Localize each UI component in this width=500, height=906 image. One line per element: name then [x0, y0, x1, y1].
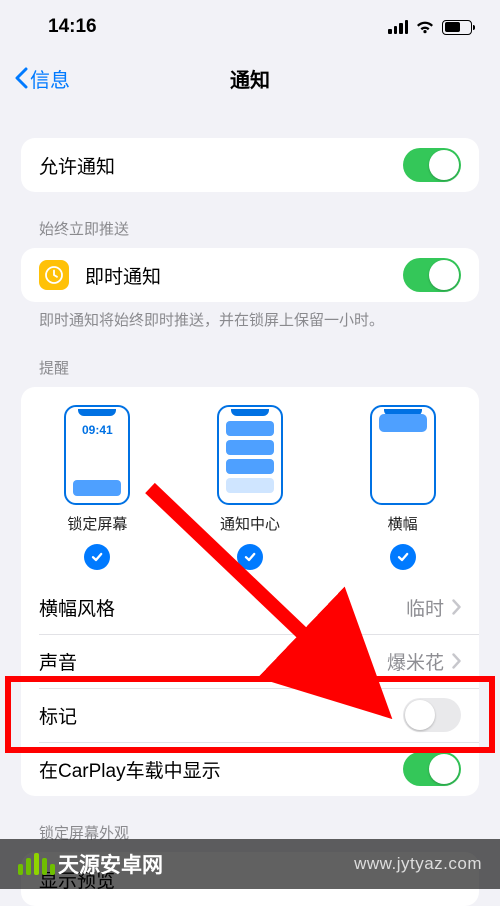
carplay-label: 在CarPlay车载中显示 — [39, 756, 403, 783]
nav-bar: 信息 通知 — [0, 54, 500, 102]
clock-icon — [39, 260, 69, 290]
sound-label: 声音 — [39, 648, 387, 675]
back-button[interactable]: 信息 — [14, 64, 70, 93]
check-icon — [84, 544, 110, 570]
alert-style-label: 锁定屏幕 — [67, 513, 127, 534]
check-icon — [237, 544, 263, 570]
section-header-alerts: 提醒 — [21, 331, 479, 387]
lock-screen-preview-icon: 09:41 — [64, 405, 130, 505]
section-header-time-sensitive: 始终立即推送 — [21, 192, 479, 248]
alert-style-row: 09:41 锁定屏幕 通知中心 — [21, 387, 479, 580]
row-banner-style[interactable]: 横幅风格 临时 — [21, 580, 479, 634]
status-bar: 14:16 — [0, 0, 500, 54]
banner-style-label: 横幅风格 — [39, 594, 406, 621]
page-title: 通知 — [0, 64, 500, 93]
allow-notifications-toggle[interactable] — [403, 148, 461, 182]
allow-notifications-label: 允许通知 — [39, 152, 403, 179]
alert-style-banner[interactable]: 横幅 — [348, 405, 458, 570]
banner-style-value: 临时 — [406, 594, 444, 621]
row-sound[interactable]: 声音 爆米花 — [21, 634, 479, 688]
time-sensitive-label: 即时通知 — [85, 262, 403, 289]
notification-center-preview-icon — [217, 405, 283, 505]
group-allow-notifications: 允许通知 — [21, 138, 479, 192]
time-sensitive-toggle[interactable] — [403, 258, 461, 292]
row-carplay[interactable]: 在CarPlay车载中显示 — [21, 742, 479, 796]
row-badges[interactable]: 标记 — [21, 688, 479, 742]
badges-toggle[interactable] — [403, 698, 461, 732]
alert-style-label: 通知中心 — [220, 513, 280, 534]
group-time-sensitive: 即时通知 — [21, 248, 479, 302]
watermark-url: www.jytyaz.com — [354, 854, 482, 874]
sound-value: 爆米花 — [387, 648, 444, 675]
wifi-icon — [415, 20, 435, 35]
alert-style-label: 横幅 — [388, 513, 418, 534]
chevron-right-icon — [452, 599, 461, 615]
row-allow-notifications[interactable]: 允许通知 — [21, 138, 479, 192]
watermark-logo-icon — [18, 853, 55, 875]
carplay-toggle[interactable] — [403, 752, 461, 786]
alert-style-lock-screen[interactable]: 09:41 锁定屏幕 — [42, 405, 152, 570]
time-sensitive-footer: 即时通知将始终即时推送，并在锁屏上保留一小时。 — [21, 302, 479, 331]
watermark-overlay: 天源安卓网 www.jytyaz.com — [0, 839, 500, 889]
row-time-sensitive[interactable]: 即时通知 — [21, 248, 479, 302]
cellular-signal-icon — [388, 20, 408, 34]
watermark-brand: 天源安卓网 — [58, 849, 163, 879]
battery-icon — [442, 20, 472, 35]
watermark-logo: 天源安卓网 — [18, 849, 163, 879]
badges-label: 标记 — [39, 702, 403, 729]
preview-time: 09:41 — [66, 423, 128, 437]
alert-style-notification-center[interactable]: 通知中心 — [195, 405, 305, 570]
group-alerts: 09:41 锁定屏幕 通知中心 — [21, 387, 479, 796]
status-time: 14:16 — [48, 16, 97, 38]
banner-preview-icon — [370, 405, 436, 505]
back-label: 信息 — [30, 64, 70, 93]
chevron-right-icon — [452, 653, 461, 669]
chevron-left-icon — [14, 67, 28, 89]
status-right-cluster — [388, 20, 472, 35]
check-icon — [390, 544, 416, 570]
